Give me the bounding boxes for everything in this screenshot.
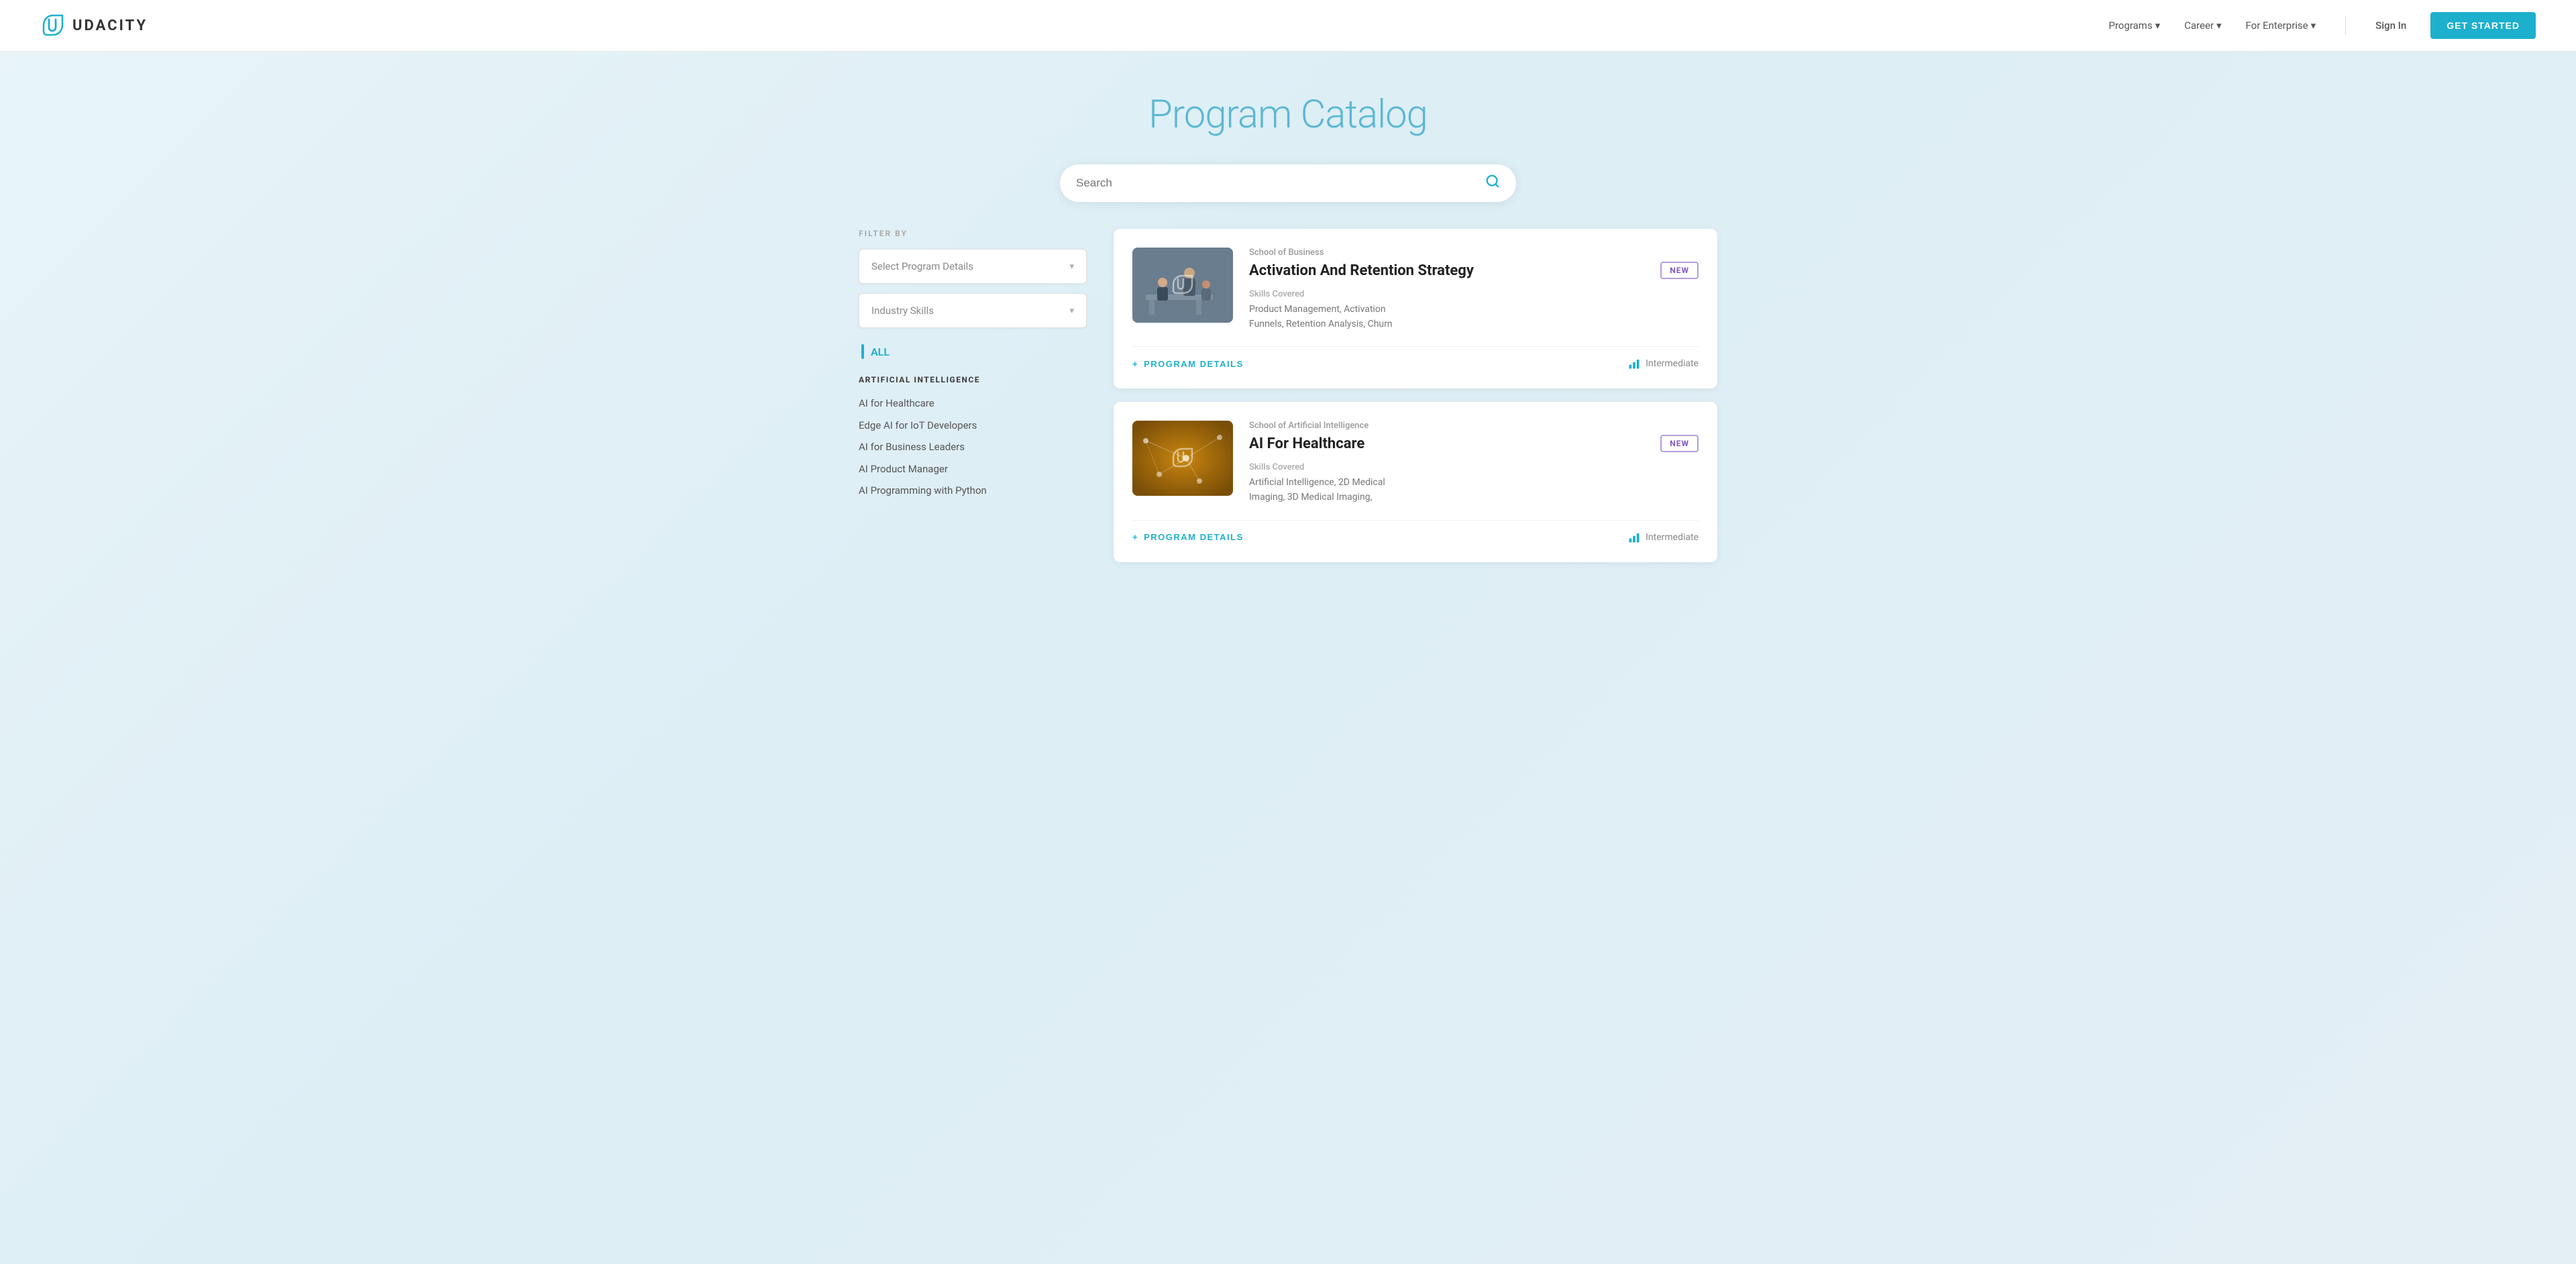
- active-indicator: [861, 344, 864, 359]
- card-title-row-ai: AI For Healthcare NEW: [1249, 435, 1699, 454]
- main-content: FILTER BY Select Program Details ▾ Indus…: [818, 229, 1758, 602]
- skills-label-business: Skills Covered: [1249, 289, 1699, 299]
- difficulty-badge-ai: Intermediate: [1628, 531, 1699, 543]
- ai-thumbnail-image: [1132, 421, 1233, 496]
- programs-chevron-icon: ▾: [2155, 19, 2161, 32]
- ai-category-section: ARTIFICIAL INTELLIGENCE AI for Healthcar…: [859, 375, 1087, 502]
- card-info-business: School of Business Activation And Retent…: [1249, 248, 1699, 331]
- enterprise-nav-link[interactable]: For Enterprise ▾: [2246, 19, 2316, 32]
- sidebar: FILTER BY Select Program Details ▾ Indus…: [859, 229, 1087, 562]
- career-nav-link[interactable]: Career ▾: [2184, 19, 2221, 32]
- industry-skills-chevron-icon: ▾: [1069, 306, 1074, 316]
- sidebar-item-ai-python[interactable]: AI Programming with Python: [859, 480, 1087, 502]
- card-footer-ai: + PROGRAM DETAILS Intermediate: [1132, 520, 1699, 543]
- category-nav: ALL ARTIFICIAL INTELLIGENCE AI for Healt…: [859, 344, 1087, 502]
- skills-text-ai: Artificial Intelligence, 2D MedicalImagi…: [1249, 475, 1699, 505]
- new-badge-business: NEW: [1660, 262, 1699, 279]
- program-details-dropdown[interactable]: Select Program Details ▾: [859, 249, 1087, 284]
- hero-section: Program Catalog: [0, 52, 2576, 164]
- card-title-business: Activation And Retention Strategy: [1249, 262, 1474, 281]
- get-started-button[interactable]: GET STARTED: [2430, 12, 2536, 39]
- logo[interactable]: UDACITY: [40, 13, 148, 38]
- program-details-chevron-icon: ▾: [1069, 262, 1074, 272]
- sidebar-item-ai-healthcare[interactable]: AI for Healthcare: [859, 392, 1087, 415]
- nav-divider: [2345, 16, 2346, 35]
- all-filter-link[interactable]: ALL: [859, 344, 1087, 359]
- card-title-row-business: Activation And Retention Strategy NEW: [1249, 262, 1699, 281]
- udacity-logo-icon: [40, 13, 66, 38]
- search-icon: [1485, 174, 1500, 189]
- bar-chart-icon-ai: [1628, 531, 1640, 543]
- logo-text: UDACITY: [72, 17, 148, 34]
- card-top-ai: School of Artificial Intelligence AI For…: [1132, 421, 1699, 505]
- program-card-business: School of Business Activation And Retent…: [1114, 229, 1717, 388]
- program-card-ai: School of Artificial Intelligence AI For…: [1114, 402, 1717, 562]
- nav-links: Programs ▾ Career ▾ For Enterprise ▾ Sig…: [2108, 12, 2536, 39]
- filter-by-label: FILTER BY: [859, 229, 1087, 238]
- page-title: Program Catalog: [13, 92, 2563, 138]
- skills-text-business: Product Management, ActivationFunnels, R…: [1249, 302, 1699, 332]
- program-details-button-business[interactable]: + PROGRAM DETAILS: [1132, 359, 1244, 369]
- search-container: [0, 164, 2576, 229]
- card-thumbnail-business: [1132, 248, 1233, 323]
- skills-label-ai: Skills Covered: [1249, 462, 1699, 472]
- plus-icon-ai: +: [1132, 532, 1138, 542]
- sign-in-button[interactable]: Sign In: [2375, 19, 2406, 32]
- enterprise-chevron-icon: ▾: [2311, 19, 2316, 32]
- navigation: UDACITY Programs ▾ Career ▾ For Enterpri…: [0, 0, 2576, 52]
- programs-nav-link[interactable]: Programs ▾: [2108, 19, 2160, 32]
- ai-category-heading: ARTIFICIAL INTELLIGENCE: [859, 375, 1087, 384]
- card-title-ai: AI For Healthcare: [1249, 435, 1364, 454]
- sidebar-item-edge-ai[interactable]: Edge AI for IoT Developers: [859, 415, 1087, 437]
- sidebar-item-ai-product-manager[interactable]: AI Product Manager: [859, 458, 1087, 480]
- card-footer-business: + PROGRAM DETAILS Intermediate: [1132, 346, 1699, 370]
- new-badge-ai: NEW: [1660, 435, 1699, 452]
- sidebar-item-ai-business[interactable]: AI for Business Leaders: [859, 436, 1087, 458]
- career-chevron-icon: ▾: [2216, 19, 2222, 32]
- search-box: [1060, 164, 1516, 202]
- search-input[interactable]: [1076, 176, 1485, 190]
- search-button[interactable]: [1485, 174, 1500, 193]
- program-details-button-ai[interactable]: + PROGRAM DETAILS: [1132, 532, 1244, 542]
- business-thumbnail-image: [1132, 248, 1233, 323]
- industry-skills-dropdown[interactable]: Industry Skills ▾: [859, 293, 1087, 328]
- cards-area: School of Business Activation And Retent…: [1114, 229, 1717, 562]
- bar-chart-icon: [1628, 358, 1640, 370]
- plus-icon: +: [1132, 359, 1138, 369]
- card-top: School of Business Activation And Retent…: [1132, 248, 1699, 331]
- card-school-ai: School of Artificial Intelligence: [1249, 421, 1699, 431]
- card-thumbnail-ai: [1132, 421, 1233, 496]
- difficulty-badge-business: Intermediate: [1628, 358, 1699, 370]
- card-school-business: School of Business: [1249, 248, 1699, 258]
- card-info-ai: School of Artificial Intelligence AI For…: [1249, 421, 1699, 505]
